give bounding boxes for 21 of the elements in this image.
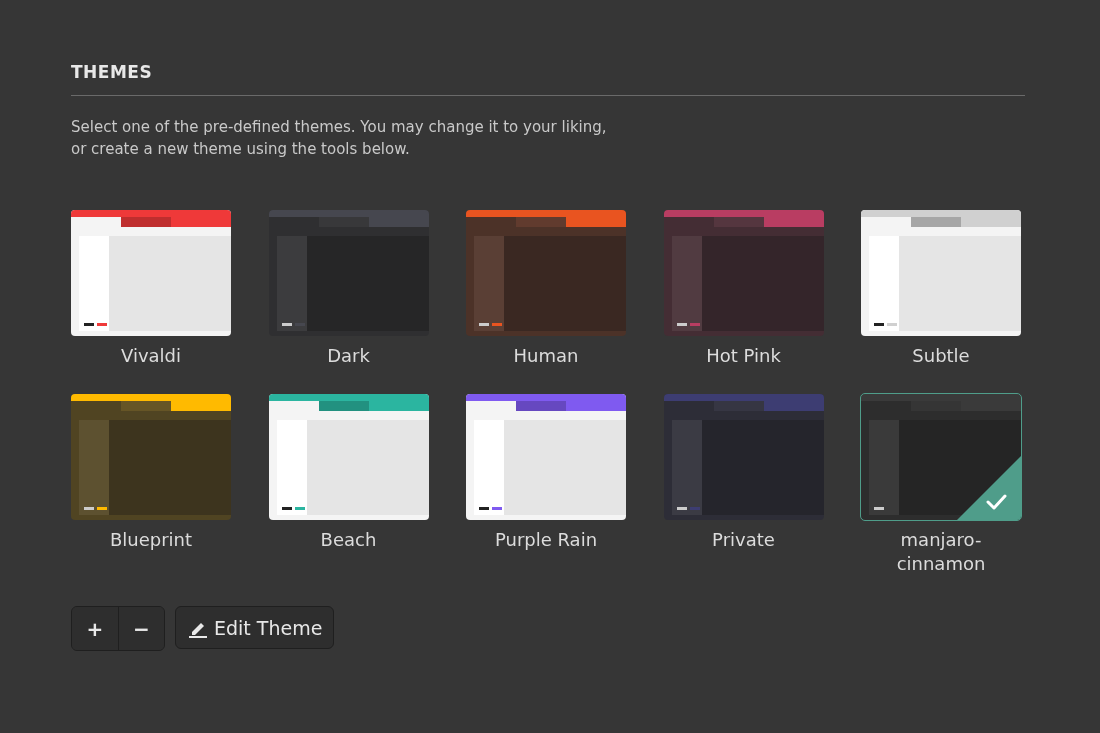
theme-name: Subtle — [911, 344, 971, 368]
theme-name: Beach — [319, 528, 378, 552]
theme-name: Vivaldi — [120, 344, 182, 368]
section-title: THEMES — [71, 62, 1025, 96]
edit-theme-button[interactable]: Edit Theme — [175, 606, 335, 649]
theme-name: Purple Rain — [493, 528, 599, 552]
theme-preview-drawing[interactable] — [861, 394, 1021, 520]
theme-name: Hot Pink — [705, 344, 782, 368]
theme-name: Blueprint — [108, 528, 194, 552]
theme-preview-drawing[interactable] — [71, 210, 231, 336]
theme-preview-drawing[interactable] — [466, 394, 626, 520]
theme-name: Dark — [326, 344, 371, 368]
section-description: Select one of the pre-defined themes. You may change it to your liking, or create a new theme using the tools below. — [71, 117, 608, 160]
theme-preview-drawing[interactable] — [268, 394, 429, 520]
theme-name: Human — [512, 344, 580, 368]
theme-preview-drawing[interactable] — [466, 210, 626, 336]
theme-preview-drawing[interactable] — [71, 394, 231, 520]
remove-button[interactable]: − — [118, 607, 164, 650]
theme-name: manjaro-cinnamon — [895, 528, 987, 576]
theme-name: Private — [711, 528, 776, 552]
selected-check-icon — [957, 456, 1021, 520]
